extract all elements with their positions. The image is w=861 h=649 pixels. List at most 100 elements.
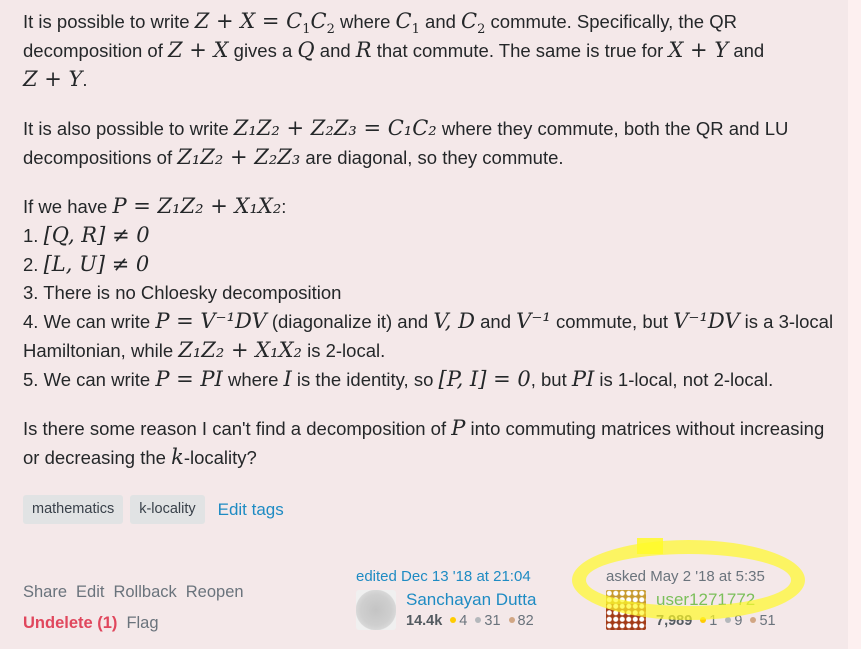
edit-tags-link[interactable]: Edit tags	[218, 500, 284, 520]
reopen-link[interactable]: Reopen	[186, 583, 244, 604]
subscript: 1	[411, 22, 420, 38]
text: is 2-local.	[301, 340, 386, 361]
editor-details: Sanchayan Dutta 14.4k 4 31 82	[406, 590, 540, 630]
math: V⁻¹DV	[673, 309, 740, 333]
text: It is also possible to write	[23, 118, 234, 139]
text: (diagonalize it) and	[266, 311, 434, 332]
list-item-2: 2. [L, U] ≠ 0	[23, 250, 845, 279]
paragraph-1: It is possible to write Z + X = C1C2 whe…	[23, 7, 845, 94]
text: and	[314, 40, 356, 61]
text: .	[82, 69, 88, 90]
math-part: Z + X = C	[194, 9, 303, 33]
highlight-mark	[637, 538, 663, 554]
edit-link[interactable]: Edit	[76, 583, 104, 604]
math: Z₁Z₂ + X₁X₂	[178, 338, 302, 362]
tag-list: mathematics k-locality Edit tags	[23, 495, 284, 524]
question-body: It is possible to write Z + X = C1C2 whe…	[23, 7, 845, 492]
editor-bronze-count: 82	[517, 613, 534, 629]
editor-silver-count: 31	[484, 613, 501, 629]
text: and	[728, 40, 765, 61]
editor-signature: edited Dec 13 '18 at 21:04 Sanchayan Dut…	[356, 568, 540, 630]
subscript: 2	[326, 22, 335, 38]
asker-avatar[interactable]	[606, 590, 646, 630]
list-item-4: 4. We can write P = V⁻¹DV (diagonalize i…	[23, 307, 845, 365]
flag-link[interactable]: Flag	[126, 614, 158, 635]
math: P = PI	[155, 367, 223, 391]
math: C2	[461, 9, 485, 36]
editor-gold-count: 4	[459, 613, 468, 629]
asked-timestamp: asked May 2 '18 at 5:35	[606, 568, 765, 585]
silver-badge-icon	[475, 616, 482, 623]
math: Z₁Z₂ + Z₂Z₃	[177, 145, 301, 169]
bronze-badge-icon	[750, 616, 757, 623]
text: We can write	[43, 311, 156, 332]
asker-bronze-count: 51	[759, 613, 776, 629]
text: We can write	[43, 369, 156, 390]
silver-badge-icon	[725, 616, 732, 623]
rollback-link[interactable]: Rollback	[113, 583, 176, 604]
page-edge	[848, 0, 861, 649]
math: P	[451, 416, 466, 440]
list-item-5: 5. We can write P = PI where I is the id…	[23, 365, 845, 394]
text: gives a	[228, 40, 298, 61]
post-menu: Share Edit Rollback Reopen Undelete (1) …	[23, 583, 244, 645]
tag-k-locality[interactable]: k-locality	[130, 495, 205, 524]
editor-user: Sanchayan Dutta 14.4k 4 31 82	[356, 590, 540, 630]
text: :	[281, 196, 287, 217]
list-item-1: 1. [Q, R] ≠ 0	[23, 221, 845, 250]
math: Z + X	[168, 38, 229, 62]
text: commute, but	[550, 311, 674, 332]
editor-name[interactable]: Sanchayan Dutta	[406, 590, 540, 610]
math-part: C	[461, 9, 478, 33]
text: where	[222, 369, 284, 390]
math: C1	[395, 9, 420, 36]
paragraph-4: Is there some reason I can't find a deco…	[23, 414, 845, 472]
text: and	[419, 11, 462, 32]
math: [Q, R] ≠ 0	[43, 223, 150, 247]
text: are diagonal, so they commute.	[300, 147, 564, 168]
math: Z + Y	[23, 67, 83, 91]
post-menu-row-2: Undelete (1) Flag	[23, 614, 244, 635]
share-link[interactable]: Share	[23, 583, 67, 604]
undelete-link[interactable]: Undelete (1)	[23, 614, 117, 635]
editor-reputation: 14.4k	[406, 613, 443, 629]
text: If we have	[23, 196, 113, 217]
math: [L, U] ≠ 0	[43, 252, 150, 276]
math: k	[171, 445, 184, 469]
math: I	[283, 367, 292, 391]
text: It is possible to write	[23, 11, 195, 32]
asker-user: user1271772 7,989 1 9 51	[606, 590, 782, 630]
math: V⁻¹	[516, 309, 551, 333]
math-part: C	[395, 9, 412, 33]
math: X + Y	[668, 38, 729, 62]
text: There is no Chloesky decomposition	[43, 282, 342, 303]
list-number: 5.	[23, 369, 44, 390]
math: PI	[571, 367, 595, 391]
list-number: 3.	[23, 282, 44, 303]
gold-badge-icon	[700, 616, 707, 623]
math: Q	[297, 38, 315, 62]
math: [P, I] = 0	[438, 367, 531, 391]
paragraph-3: If we have P = Z₁Z₂ + X₁X₂: 1. [Q, R] ≠ …	[23, 192, 845, 394]
asker-name[interactable]: user1271772	[656, 590, 782, 610]
asker-stats: 7,989 1 9 51	[656, 613, 782, 629]
math: Z₁Z₂ + Z₂Z₃ = C₁C₂	[233, 116, 437, 140]
asker-details: user1271772 7,989 1 9 51	[656, 590, 782, 630]
math: R	[355, 38, 372, 62]
asker-reputation: 7,989	[656, 613, 693, 629]
editor-avatar[interactable]	[356, 590, 396, 630]
asker-gold-count: 1	[709, 613, 718, 629]
editor-stats: 14.4k 4 31 82	[406, 613, 540, 629]
gold-badge-icon	[450, 616, 457, 623]
text: , but	[530, 369, 572, 390]
math-part: C	[310, 9, 327, 33]
bronze-badge-icon	[508, 616, 515, 623]
list-number: 1.	[23, 225, 44, 246]
math: P = Z₁Z₂ + X₁X₂	[112, 194, 282, 218]
text: and	[475, 311, 517, 332]
text: that commute. The same is true for	[371, 40, 669, 61]
tag-mathematics[interactable]: mathematics	[23, 495, 124, 524]
edited-timestamp[interactable]: edited Dec 13 '18 at 21:04	[356, 568, 540, 585]
text: is 1-local, not 2-local.	[594, 369, 774, 390]
intro-line: If we have P = Z₁Z₂ + X₁X₂:	[23, 192, 845, 221]
